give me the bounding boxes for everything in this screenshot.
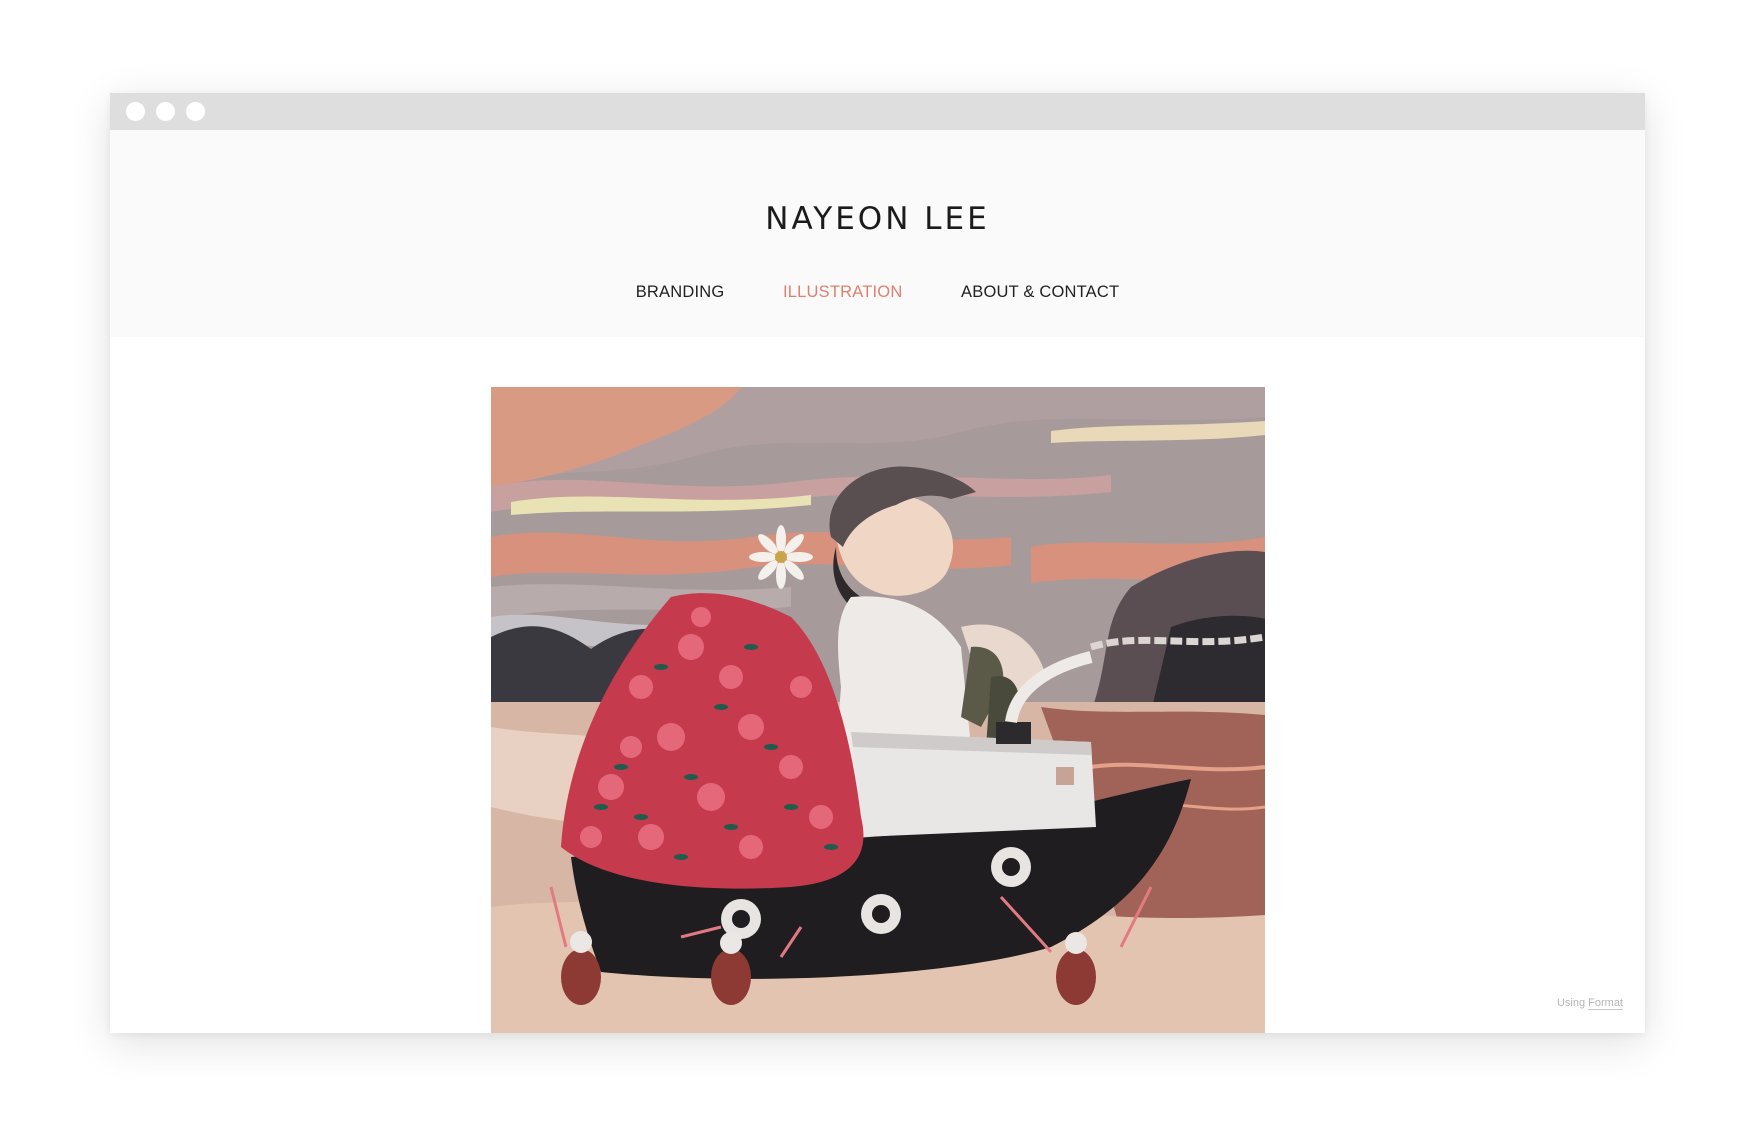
format-link[interactable]: Format xyxy=(1588,997,1623,1010)
footer-using-text: Using xyxy=(1556,997,1586,1009)
main-nav: BRANDING ILLUSTRATION ABOUT & CONTACT xyxy=(110,283,1645,302)
nav-item-illustration[interactable]: ILLUSTRATION xyxy=(783,283,902,302)
window-maximize-button[interactable] xyxy=(186,102,205,121)
nav-item-branding[interactable]: BRANDING xyxy=(636,283,725,302)
footer-credit: Using Format xyxy=(1556,997,1623,1010)
nav-item-about-contact[interactable]: ABOUT & CONTACT xyxy=(961,283,1119,302)
site-header: NAYEON LEE BRANDING ILLUSTRATION ABOUT &… xyxy=(110,130,1645,337)
site-title[interactable]: NAYEON LEE xyxy=(110,201,1645,237)
window-minimize-button[interactable] xyxy=(156,102,175,121)
browser-window: NAYEON LEE BRANDING ILLUSTRATION ABOUT &… xyxy=(110,93,1645,1033)
illustration-image[interactable] xyxy=(491,387,1265,1033)
window-title-bar xyxy=(110,93,1645,130)
window-close-button[interactable] xyxy=(126,102,145,121)
